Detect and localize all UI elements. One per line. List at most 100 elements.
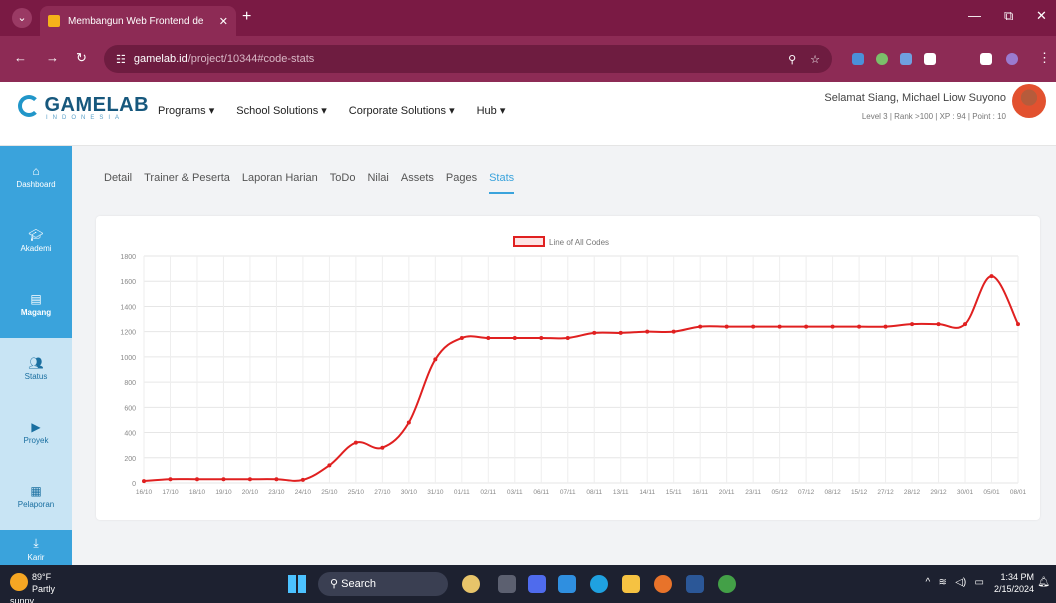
data-point [353, 440, 358, 445]
tab-trainer-peserta[interactable]: Trainer & Peserta [144, 172, 230, 194]
avatar[interactable] [1012, 84, 1046, 118]
data-point [804, 324, 809, 329]
y-tick-label: 1400 [120, 304, 136, 311]
y-tick-label: 0 [132, 481, 136, 488]
report-icon: ▦ [30, 484, 42, 498]
sidebar-item-proyek[interactable]: ▶ Proyek [0, 402, 72, 466]
sidebar-item-pelaporan[interactable]: ▦ Pelaporan [0, 466, 72, 530]
word-icon[interactable] [686, 575, 704, 593]
data-point [883, 324, 888, 329]
tab-todo[interactable]: ToDo [330, 172, 356, 194]
widgets-icon[interactable] [462, 575, 480, 593]
restore-icon[interactable]: ⧉ [1004, 8, 1013, 24]
tab-search-chevron-icon[interactable]: ⌄ [12, 8, 32, 28]
x-tick-label: 16/11 [692, 489, 708, 496]
sidebar-item-dashboard[interactable]: ⌂ Dashboard [0, 146, 72, 210]
x-tick-label: 30/10 [401, 489, 418, 496]
x-tick-label: 15/11 [666, 489, 682, 496]
gamelab-logo[interactable]: GAMELAB INDONESIA [18, 94, 149, 121]
menu-school-solutions[interactable]: School Solutions ▾ [236, 104, 327, 117]
firefox-icon[interactable] [654, 575, 672, 593]
bookmark-star-icon[interactable]: ☆ [810, 53, 820, 66]
forward-arrow-icon[interactable]: → [46, 50, 59, 65]
close-tab-icon[interactable]: ✕ [219, 15, 228, 28]
y-tick-label: 1600 [120, 279, 136, 286]
play-icon: ▶ [31, 420, 41, 434]
more-menu-icon[interactable]: ⋮ [1038, 50, 1051, 66]
minimize-icon[interactable]: — [968, 8, 981, 23]
data-point [751, 324, 756, 329]
x-tick-label: 24/10 [295, 489, 312, 496]
windows-start-icon[interactable] [288, 575, 306, 593]
data-point [724, 324, 729, 329]
data-point [592, 330, 597, 335]
extension-icon[interactable] [876, 53, 888, 65]
x-tick-label: 25/10 [321, 489, 338, 496]
data-point [459, 335, 464, 340]
extension-icon[interactable] [852, 53, 864, 65]
zoom-icon[interactable]: ⚲ [788, 53, 796, 66]
chrome-icon[interactable] [718, 575, 736, 593]
address-bar[interactable]: ☷ gamelab.id/project/10344#code-stats ⚲ … [104, 45, 832, 73]
data-point [247, 477, 252, 482]
data-point [327, 463, 332, 468]
weather-widget[interactable]: 89°F Partly sunny [10, 571, 60, 603]
sidebar: ⌂ Dashboard 🎓︎ Akademi ▤ Magang 👥︎ Statu… [0, 146, 72, 565]
menu-hub[interactable]: Hub ▾ [477, 104, 506, 117]
sidebar-item-magang[interactable]: ▤ Magang [0, 274, 72, 338]
main-menu: Programs ▾ School Solutions ▾ Corporate … [158, 104, 505, 117]
x-tick-label: 07/11 [560, 489, 576, 496]
menu-programs[interactable]: Programs ▾ [158, 104, 214, 117]
tab-laporan-harian[interactable]: Laporan Harian [242, 172, 318, 194]
data-point [618, 330, 623, 335]
back-arrow-icon[interactable]: ← [14, 50, 27, 65]
reload-icon[interactable]: ↻ [76, 50, 87, 66]
data-point [380, 445, 385, 450]
menu-corporate-solutions[interactable]: Corporate Solutions ▾ [349, 104, 455, 117]
sidebar-item-label: Proyek [23, 436, 49, 445]
system-tray[interactable]: ^ ≋ ◁) ▭ [925, 577, 984, 588]
taskbar-search[interactable]: ⚲ Search [318, 572, 448, 596]
graduation-cap-icon: 🎓︎ [28, 228, 44, 242]
tab-assets[interactable]: Assets [401, 172, 434, 194]
sidebar-item-status[interactable]: 👥︎ Status [0, 338, 72, 402]
tab-stats[interactable]: Stats [489, 172, 515, 194]
sidebar-item-akademi[interactable]: 🎓︎ Akademi [0, 210, 72, 274]
x-tick-label: 27/10 [374, 489, 391, 496]
x-tick-label: 20/11 [719, 489, 735, 496]
tab-pages[interactable]: Pages [446, 172, 477, 194]
page-scrollbar[interactable] [1042, 146, 1056, 565]
mail-icon[interactable] [558, 575, 576, 593]
clock[interactable]: 1:34 PM 2/15/2024 [994, 571, 1034, 595]
notification-bell-icon[interactable]: 🔔︎ [1037, 577, 1050, 588]
file-explorer-icon[interactable] [622, 575, 640, 593]
profile-avatar-icon[interactable] [1006, 53, 1018, 65]
x-tick-label: 15/12 [851, 489, 868, 496]
search-label: Search [341, 578, 376, 590]
side-panel-icon[interactable] [980, 53, 992, 65]
favicon-icon [48, 15, 60, 27]
close-window-icon[interactable]: ✕ [1036, 8, 1047, 24]
data-point [963, 322, 968, 327]
tab-nilai[interactable]: Nilai [367, 172, 388, 194]
x-tick-label: 23/10 [268, 489, 285, 496]
extensions-puzzle-icon[interactable] [924, 53, 936, 65]
data-point [645, 329, 650, 334]
task-view-icon[interactable] [498, 575, 516, 593]
user-stats: Level 3 | Rank >100 | XP : 94 | Point : … [861, 112, 1006, 121]
tab-detail[interactable]: Detail [104, 172, 132, 194]
edge-icon[interactable] [590, 575, 608, 593]
site-info-icon[interactable]: ☷ [116, 53, 126, 66]
data-point [989, 274, 994, 279]
browser-tab[interactable]: Membangun Web Frontend de ✕ [40, 6, 236, 36]
chat-icon[interactable] [528, 575, 546, 593]
new-tab-plus-icon[interactable]: + [242, 8, 251, 26]
x-tick-label: 16/10 [136, 489, 153, 496]
extension-icon[interactable] [900, 53, 912, 65]
download-icon: ⤓ [33, 536, 39, 550]
browser-toolbar: ← → ↻ ☷ gamelab.id/project/10344#code-st… [0, 36, 1056, 82]
x-tick-label: 03/11 [507, 489, 523, 496]
sidebar-item-karir[interactable]: ⤓ Karir [0, 530, 72, 565]
x-tick-label: 29/12 [930, 489, 947, 496]
x-tick-label: 28/12 [904, 489, 921, 496]
